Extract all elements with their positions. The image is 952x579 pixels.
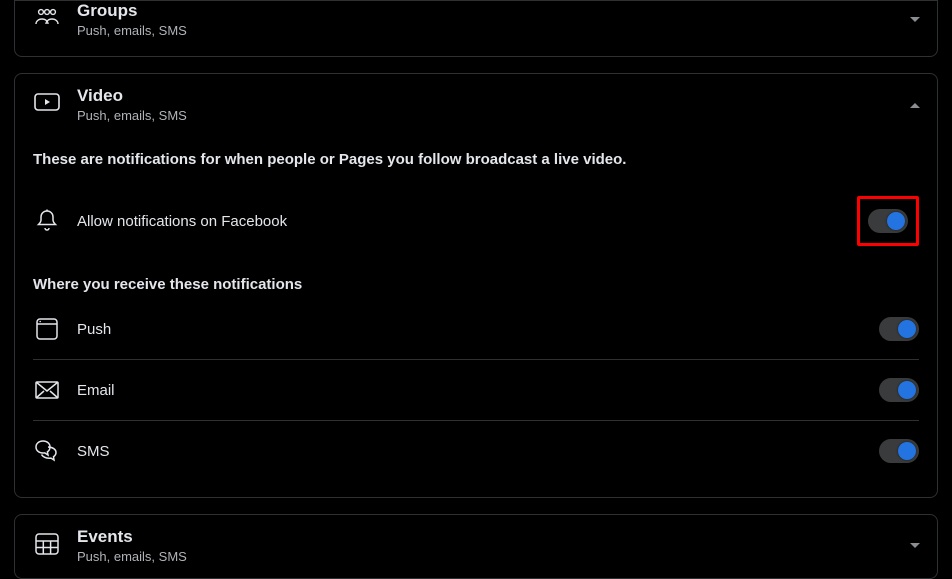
events-icon — [33, 529, 61, 557]
panel-header-groups[interactable]: Groups Push, emails, SMS — [15, 1, 937, 56]
toggle-allow-notifications[interactable] — [868, 209, 908, 233]
push-icon — [33, 315, 61, 343]
email-icon — [33, 376, 61, 404]
panel-header-video[interactable]: Video Push, emails, SMS — [15, 74, 937, 137]
sms-icon — [33, 437, 61, 465]
panel-title: Events — [77, 527, 909, 547]
settings-panel-video: Video Push, emails, SMS These are notifi… — [14, 73, 938, 498]
toggle-push[interactable] — [879, 317, 919, 341]
settings-panel-groups: Groups Push, emails, SMS — [14, 0, 938, 57]
highlight-box — [857, 196, 919, 246]
settings-panel-events: Events Push, emails, SMS — [14, 514, 938, 579]
row-email: Email — [33, 360, 919, 421]
bell-icon — [33, 207, 61, 235]
row-allow-notifications: Allow notifications on Facebook — [33, 186, 919, 256]
panel-title: Video — [77, 86, 909, 106]
panel-header-events[interactable]: Events Push, emails, SMS — [15, 515, 937, 578]
push-label: Push — [77, 321, 879, 338]
video-description: These are notifications for when people … — [33, 151, 919, 168]
chevron-down-icon — [909, 16, 921, 24]
video-icon — [33, 88, 61, 116]
panel-sub: Push, emails, SMS — [77, 23, 909, 38]
panel-sub: Push, emails, SMS — [77, 108, 909, 123]
row-sms: SMS — [33, 421, 919, 481]
toggle-email[interactable] — [879, 378, 919, 402]
panel-body-video: These are notifications for when people … — [15, 151, 937, 497]
row-push: Push — [33, 299, 919, 360]
groups-icon — [33, 3, 61, 31]
chevron-down-icon — [909, 542, 921, 550]
chevron-up-icon — [909, 101, 921, 109]
allow-label: Allow notifications on Facebook — [77, 213, 857, 230]
where-heading: Where you receive these notifications — [33, 276, 919, 293]
sms-label: SMS — [77, 443, 879, 460]
panel-title: Groups — [77, 1, 909, 21]
email-label: Email — [77, 382, 879, 399]
toggle-sms[interactable] — [879, 439, 919, 463]
panel-sub: Push, emails, SMS — [77, 549, 909, 564]
